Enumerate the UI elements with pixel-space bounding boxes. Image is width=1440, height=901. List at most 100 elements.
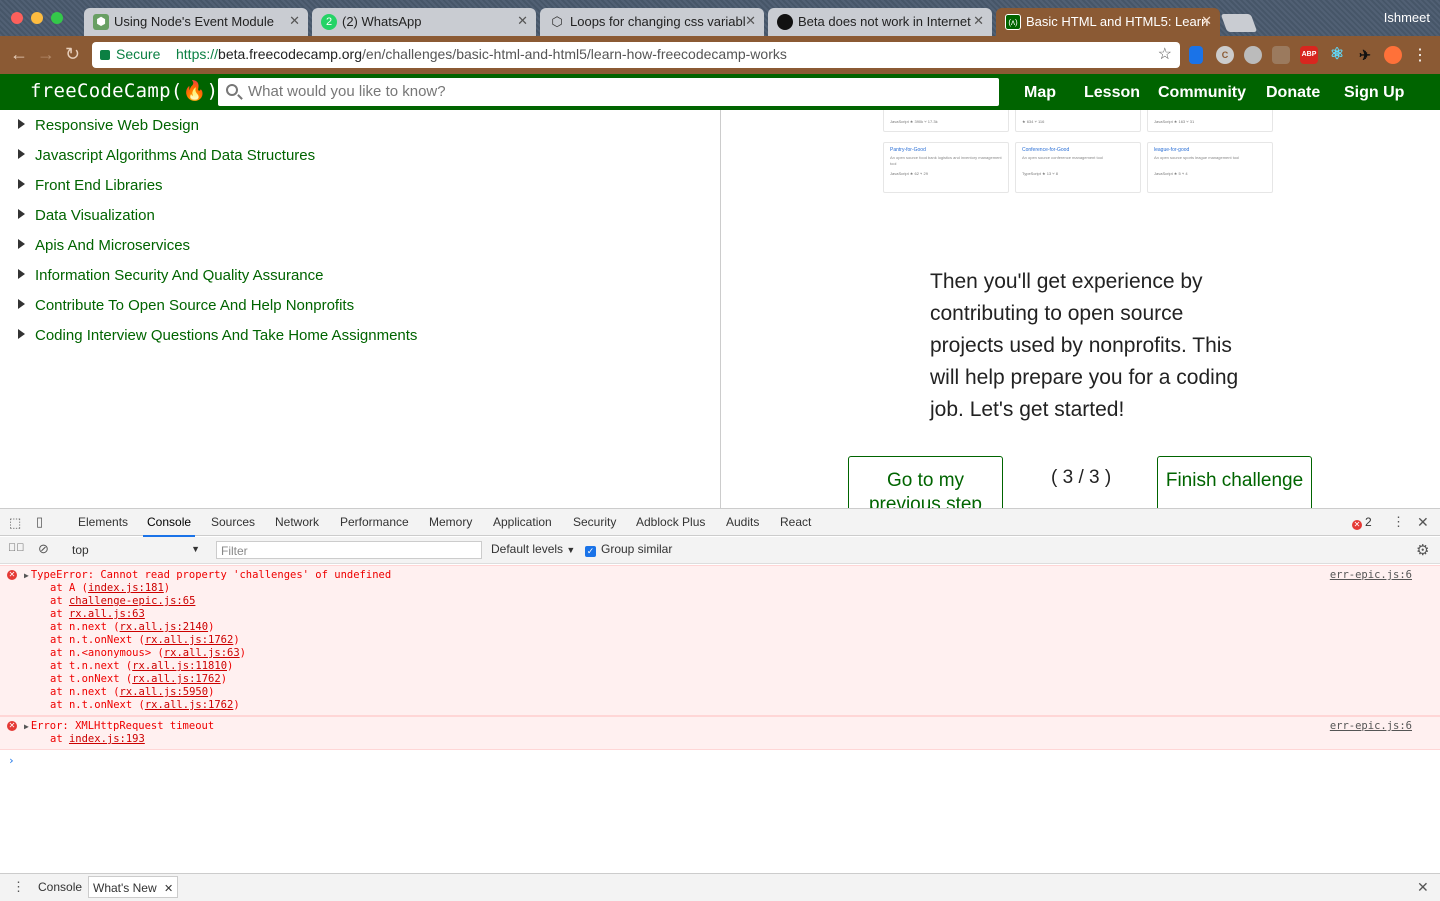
sidebar-item-information-security[interactable]: Information Security And Quality Assuran… bbox=[18, 267, 323, 284]
close-tab-icon[interactable]: ✕ bbox=[164, 883, 173, 895]
frame-link[interactable]: index.js:193 bbox=[69, 733, 145, 745]
error-count-badge[interactable]: ✕ 2 bbox=[1352, 515, 1372, 530]
nav-sign-up[interactable]: Sign Up bbox=[1344, 84, 1404, 102]
fcc-logo[interactable]: freeCodeCamp(🔥) bbox=[30, 79, 218, 102]
devtools-tab-react[interactable]: React bbox=[780, 515, 811, 529]
nav-lesson[interactable]: Lesson bbox=[1084, 84, 1140, 102]
frame-link[interactable]: rx.all.js:1762 bbox=[145, 634, 234, 646]
nav-community[interactable]: Community bbox=[1158, 84, 1246, 102]
nav-donate[interactable]: Donate bbox=[1266, 84, 1320, 102]
error-icon: ✕ bbox=[1352, 520, 1362, 530]
devtools-tab-audits[interactable]: Audits bbox=[726, 515, 759, 529]
secure-indicator[interactable]: Secure bbox=[100, 46, 160, 62]
devtools-tab-sources[interactable]: Sources bbox=[211, 515, 255, 529]
frame-link[interactable]: index.js:181 bbox=[88, 582, 164, 594]
group-similar-checkbox[interactable]: ✓ Group similar bbox=[585, 542, 672, 557]
nav-map[interactable]: Map bbox=[1024, 84, 1056, 102]
frame-link[interactable]: rx.all.js:63 bbox=[164, 647, 240, 659]
devtools-tab-application[interactable]: Application bbox=[493, 515, 552, 529]
console-error-message[interactable]: ✕ ▶ Error: XMLHttpRequest timeout at inde… bbox=[0, 716, 1440, 750]
frame-link[interactable]: rx.all.js:1762 bbox=[145, 699, 234, 711]
devtools-tab-memory[interactable]: Memory bbox=[429, 515, 472, 529]
frame-link[interactable]: rx.all.js:11810 bbox=[132, 660, 227, 672]
search-input[interactable]: What would you like to know? bbox=[218, 78, 999, 106]
devtools-tab-security[interactable]: Security bbox=[573, 515, 616, 529]
adblock-plus-icon[interactable]: ABP bbox=[1300, 46, 1318, 64]
sidebar-item-javascript-algorithms[interactable]: Javascript Algorithms And Data Structure… bbox=[18, 147, 315, 164]
expand-triangle-icon[interactable]: ▶ bbox=[24, 571, 29, 580]
sidebar-item-front-end-libraries[interactable]: Front End Libraries bbox=[18, 177, 163, 194]
devtools-tab-performance[interactable]: Performance bbox=[340, 515, 409, 529]
react-devtools-icon[interactable]: ⚛ bbox=[1328, 46, 1346, 64]
browser-menu-icon[interactable]: ⋮ bbox=[1412, 45, 1428, 65]
sidebar-item-responsive-web-design[interactable]: Responsive Web Design bbox=[18, 117, 199, 134]
sidebar-toggle-icon[interactable]: ▶⃞ bbox=[8, 542, 25, 554]
message-source-link[interactable]: err-epic.js:6 bbox=[1330, 720, 1412, 732]
close-tab-icon[interactable]: ✕ bbox=[973, 13, 984, 29]
devtools-tab-console[interactable]: Console bbox=[142, 515, 196, 537]
address-bar[interactable]: Secure https://beta.freecodecamp.org/en/… bbox=[92, 42, 1180, 68]
reload-icon[interactable]: ↻ bbox=[65, 44, 80, 65]
fox-ext-icon[interactable] bbox=[1384, 46, 1402, 64]
browser-tab[interactable]: 2 (2) WhatsApp ✕ bbox=[312, 8, 536, 36]
drawer-menu-icon[interactable]: ⋮ bbox=[12, 879, 25, 895]
console-error-message[interactable]: ✕ ▶ TypeError: Cannot read property 'chal… bbox=[0, 565, 1440, 716]
drawer-tab-console[interactable]: Console bbox=[38, 880, 82, 894]
close-devtools-icon[interactable]: ✕ bbox=[1417, 514, 1429, 531]
close-tab-icon[interactable]: ✕ bbox=[745, 13, 756, 29]
devtools-tab-adblock-plus[interactable]: Adblock Plus bbox=[636, 515, 705, 529]
device-toolbar-icon[interactable]: ▯ bbox=[36, 514, 43, 530]
browser-tab[interactable]: ⬢ Using Node's Event Module ✕ bbox=[84, 8, 308, 36]
console-filter-input[interactable]: Filter bbox=[216, 541, 482, 559]
console-settings-gear-icon[interactable]: ⚙ bbox=[1416, 541, 1429, 559]
sidebar-item-data-visualization[interactable]: Data Visualization bbox=[18, 207, 155, 224]
inspect-element-icon[interactable]: ⬚ bbox=[9, 515, 21, 531]
devtools-menu-icon[interactable]: ⋮ bbox=[1392, 514, 1405, 530]
clear-console-icon[interactable]: ⊘ bbox=[38, 541, 49, 557]
sidebar-item-label: Javascript Algorithms And Data Structure… bbox=[35, 147, 316, 164]
close-tab-icon[interactable]: ✕ bbox=[289, 13, 300, 29]
url-text[interactable]: https://beta.freecodecamp.org/en/challen… bbox=[176, 46, 787, 62]
context-selector[interactable]: top ▼ bbox=[66, 541, 206, 559]
frame-link[interactable]: rx.all.js:1762 bbox=[132, 673, 221, 685]
window-minimize-button[interactable] bbox=[31, 12, 43, 24]
expand-triangle-icon[interactable]: ▶ bbox=[24, 722, 29, 731]
repo-card: league-for-good An open source sports le… bbox=[1147, 142, 1273, 193]
bookmark-star-icon[interactable]: ☆ bbox=[1158, 44, 1172, 64]
frame-link[interactable]: rx.all.js:63 bbox=[69, 608, 145, 620]
close-tab-icon[interactable]: ✕ bbox=[517, 13, 528, 29]
message-source-link[interactable]: err-epic.js:6 bbox=[1330, 569, 1412, 581]
wave-ext-icon[interactable] bbox=[1272, 46, 1290, 64]
devtools-tab-elements[interactable]: Elements bbox=[78, 515, 128, 529]
sidebar-item-coding-interview[interactable]: Coding Interview Questions And Take Home… bbox=[18, 327, 417, 344]
browser-tab[interactable]: Beta does not work in Internet ✕ bbox=[768, 8, 992, 36]
back-arrow-icon[interactable]: ← bbox=[10, 44, 28, 65]
close-tab-icon[interactable]: ✕ bbox=[1201, 13, 1212, 29]
repo-card-meta: TypeScript ★ 13 ⑂ 8 bbox=[1022, 171, 1059, 176]
bird-ext-icon[interactable]: ✈ bbox=[1356, 46, 1374, 64]
repo-card: JavaScript ★ 390k ⑂ 17.3k bbox=[883, 110, 1009, 132]
browser-tab[interactable]: ⬡ Loops for changing css variabl ✕ bbox=[540, 8, 764, 36]
console-prompt[interactable]: › bbox=[0, 750, 1440, 767]
window-maximize-button[interactable] bbox=[51, 12, 63, 24]
expand-caret-icon bbox=[18, 329, 25, 339]
previous-step-button[interactable]: Go to my previous step bbox=[848, 456, 1003, 508]
cloud-ext-icon[interactable] bbox=[1244, 46, 1262, 64]
sidebar-item-contribute-open-source[interactable]: Contribute To Open Source And Help Nonpr… bbox=[18, 297, 354, 314]
log-levels-dropdown[interactable]: Default levels ▼ bbox=[491, 542, 575, 556]
browser-tab-active[interactable]: (ʌ) Basic HTML and HTML5: Learn ✕ bbox=[996, 8, 1220, 36]
frame-link[interactable]: rx.all.js:2140 bbox=[120, 621, 209, 633]
drawer-tab-whats-new[interactable]: What's New ✕ bbox=[88, 876, 179, 898]
close-drawer-icon[interactable]: ✕ bbox=[1417, 879, 1429, 896]
refresh-ext-icon[interactable]: C bbox=[1216, 46, 1234, 64]
sidebar-item-apis-and-microservices[interactable]: Apis And Microservices bbox=[18, 237, 190, 254]
frame-link[interactable]: rx.all.js:5950 bbox=[120, 686, 209, 698]
new-tab-button[interactable] bbox=[1220, 14, 1258, 32]
window-close-button[interactable] bbox=[11, 12, 23, 24]
devtools-tab-network[interactable]: Network bbox=[275, 515, 319, 529]
bookmark-ext-icon[interactable] bbox=[1189, 46, 1203, 64]
profile-name[interactable]: Ishmeet bbox=[1384, 10, 1430, 25]
forward-arrow-icon[interactable]: → bbox=[37, 44, 55, 65]
finish-challenge-button[interactable]: Finish challenge bbox=[1157, 456, 1312, 508]
frame-link[interactable]: challenge-epic.js:65 bbox=[69, 595, 195, 607]
